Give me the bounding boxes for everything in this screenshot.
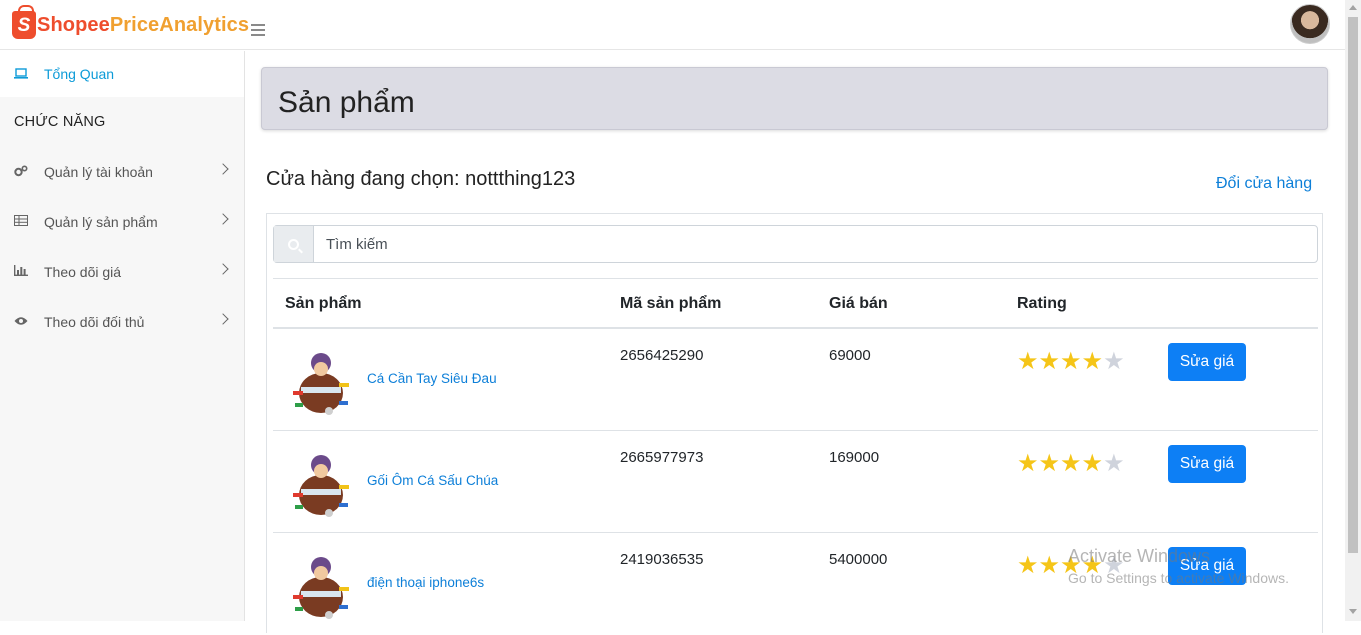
laptop-icon [14,67,30,82]
edit-price-button[interactable]: Sửa giá [1168,343,1246,381]
star-icon: ★ [1038,450,1061,477]
column-header-code: Mã sản phẩm [620,295,722,312]
chevron-right-icon [217,313,229,325]
product-name-link[interactable]: Gối Ôm Cá Sấu Chúa [367,473,498,488]
sidebar-item-account-management[interactable]: Quản lý tài khoản [0,147,244,197]
product-code: 2656425290 [620,347,704,364]
product-price: 69000 [829,347,871,364]
table-header: Sản phẩm Mã sản phẩm Giá bán Rating [273,278,1318,329]
product-name-link[interactable]: điện thoại iphone6s [367,575,484,590]
sidebar-section-header: CHỨC NĂNG [14,114,106,130]
star-icon: ★ [1081,348,1104,375]
sidebar-item-label: Theo dõi đối thủ [44,314,145,330]
change-store-link[interactable]: Đổi cửa hàng [1216,175,1312,193]
edit-price-button[interactable]: Sửa giá [1168,445,1246,483]
bar-chart-icon [13,265,30,279]
star-icon: ★ [1060,348,1082,375]
vertical-scrollbar[interactable] [1345,0,1361,621]
product-image [289,449,353,521]
star-icon: ★ [1038,552,1061,579]
sidebar-item-label: Theo dõi giá [44,264,122,280]
hamburger-menu-icon[interactable] [251,24,265,36]
star-icon: ★ [1017,450,1039,477]
search-icon [274,226,314,262]
page-header: Sản phẩm [261,67,1328,130]
sidebar-item-overview[interactable]: Tổng Quan [0,51,244,97]
table-row: Gối Ôm Cá Sấu Chúa 2665977973 169000 ★★★… [273,431,1318,533]
chevron-right-icon [217,163,229,175]
top-navbar: S ShopeePriceAnalytics [0,0,1345,50]
watermark-line-1: Activate Windows [1068,546,1211,566]
table-row: Cá Cần Tay Siêu Đau 2656425290 69000 ★★★… [273,329,1318,431]
star-icon: ★ [1017,552,1039,579]
rating-stars: ★★★★★ [1017,349,1125,375]
star-empty-icon: ★ [1103,348,1125,375]
search-input[interactable] [314,226,1317,262]
scrollbar-thumb[interactable] [1348,17,1358,553]
eye-icon [14,315,30,329]
column-header-product: Sản phẩm [285,295,362,312]
product-image [289,551,353,623]
product-image [289,347,353,419]
sidebar-item-price-tracking[interactable]: Theo dõi giá [0,247,244,297]
chevron-right-icon [217,263,229,275]
avatar[interactable] [1290,4,1330,44]
sidebar-item-label: Quản lý tài khoản [44,164,153,180]
app-title: ShopeePriceAnalytics [37,14,249,37]
table-icon [14,215,30,229]
star-icon: ★ [1081,450,1104,477]
star-icon: ★ [1038,348,1061,375]
logo-text-shopee: Shopee [37,13,110,36]
chevron-right-icon [217,213,229,225]
sidebar-item-label: Quản lý sản phẩm [44,214,158,230]
product-code: 2665977973 [620,449,704,466]
star-icon: ★ [1060,450,1082,477]
star-icon: ★ [1017,348,1039,375]
star-empty-icon: ★ [1103,450,1125,477]
logo-text-priceanalytics: PriceAnalytics [109,13,250,36]
scroll-up-arrow-icon[interactable] [1349,5,1357,10]
app-logo[interactable]: S ShopeePriceAnalytics [12,5,249,39]
product-name-link[interactable]: Cá Cần Tay Siêu Đau [367,371,497,386]
main-content: Sản phẩm Cửa hàng đang chọn: nottthing12… [245,51,1345,633]
scroll-down-arrow-icon[interactable] [1349,609,1357,614]
sidebar-item-label: Tổng Quan [44,66,115,82]
column-header-rating: Rating [1017,295,1067,312]
rating-stars: ★★★★★ [1017,451,1125,477]
sidebar-item-product-management[interactable]: Quản lý sản phẩm [0,197,244,247]
sidebar-item-competitor-tracking[interactable]: Theo dõi đối thủ [0,297,244,347]
search-bar [273,225,1318,263]
page-title: Sản phẩm [278,86,415,119]
windows-activation-watermark: Activate Windows Go to Settings to activ… [1068,546,1289,588]
sidebar: Tổng Quan CHỨC NĂNG Quản lý tài khoản Qu… [0,51,245,621]
gears-icon [14,164,30,180]
shopee-bag-icon: S [12,5,36,39]
watermark-line-2: Go to Settings to activate Windows. [1068,570,1289,586]
column-header-price: Giá bán [829,295,888,312]
product-price: 169000 [829,449,880,466]
product-price: 5400000 [829,551,888,568]
selected-store-label: Cửa hàng đang chọn: nottthing123 [266,168,576,190]
product-code: 2419036535 [620,551,704,568]
